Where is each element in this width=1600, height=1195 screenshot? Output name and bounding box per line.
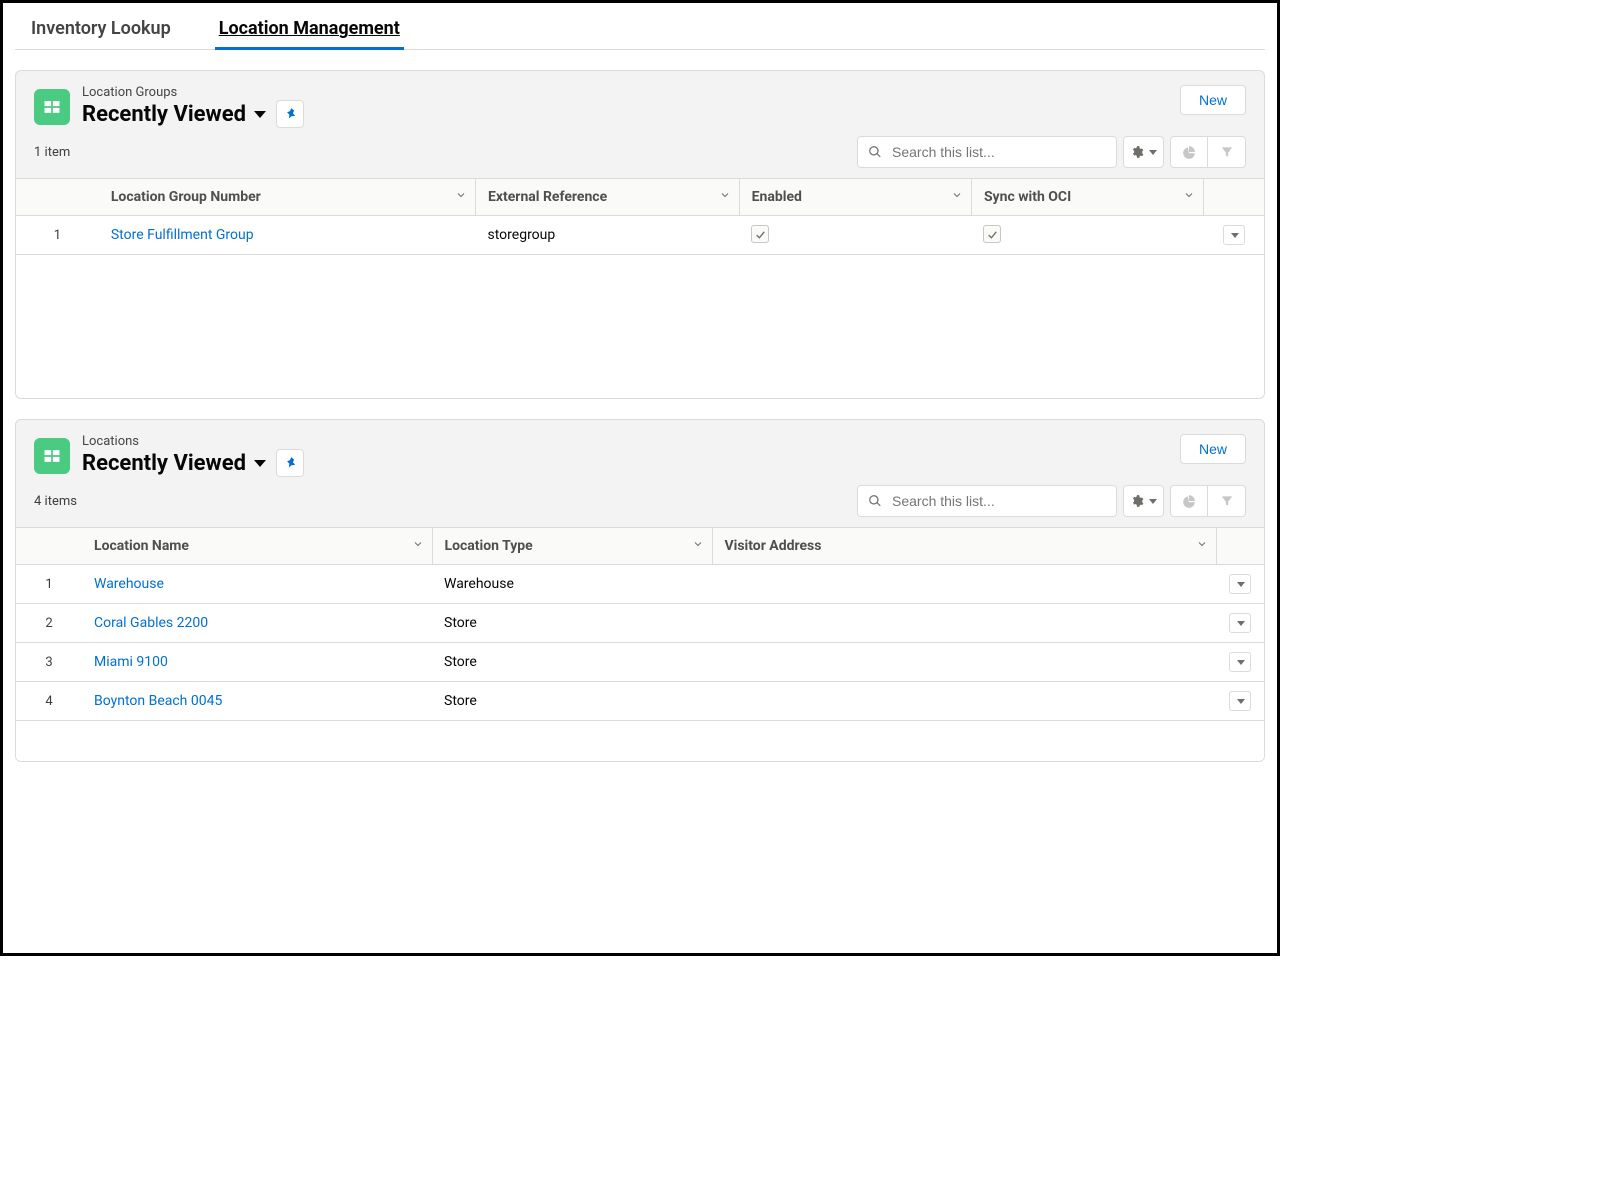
list-view-name[interactable]: Recently Viewed (82, 102, 246, 127)
visitor-address-cell (712, 565, 1216, 604)
location-group-icon (34, 89, 70, 125)
search-icon (868, 494, 882, 508)
filter-button[interactable] (1208, 485, 1246, 517)
object-label: Locations (82, 434, 304, 449)
col-actions (1216, 528, 1264, 565)
list-settings-button[interactable] (1123, 136, 1164, 168)
row-number: 2 (16, 604, 82, 643)
pie-chart-icon (1182, 145, 1196, 159)
app-frame: Inventory Lookup Location Management Loc… (0, 0, 1280, 956)
item-count: 1 item (34, 145, 70, 160)
chart-button[interactable] (1170, 136, 1208, 168)
chevron-down-icon (1149, 150, 1157, 155)
location-link[interactable]: Warehouse (94, 576, 164, 592)
row-number: 1 (16, 216, 99, 255)
visitor-address-cell (712, 604, 1216, 643)
chevron-down-icon[interactable] (254, 460, 266, 467)
location-type-cell: Store (432, 643, 712, 682)
pin-list-button[interactable] (276, 100, 304, 128)
row-number: 4 (16, 682, 82, 721)
col-rownum (16, 179, 99, 216)
object-label: Location Groups (82, 85, 304, 100)
locations-table: Location Name Location Type Visitor Addr… (16, 527, 1264, 761)
table-row: 2 Coral Gables 2200 Store (16, 604, 1264, 643)
col-rownum (16, 528, 82, 565)
col-external-reference[interactable]: External Reference (476, 179, 740, 216)
col-location-group-number[interactable]: Location Group Number (99, 179, 476, 216)
col-visitor-address[interactable]: Visitor Address (712, 528, 1216, 565)
visitor-address-cell (712, 682, 1216, 721)
pie-chart-icon (1182, 494, 1196, 508)
col-actions (1204, 179, 1264, 216)
location-link[interactable]: Boynton Beach 0045 (94, 693, 222, 709)
row-actions-button[interactable] (1229, 691, 1251, 711)
panel-location-groups: Location Groups Recently Viewed New 1 it… (15, 70, 1265, 399)
filter-button[interactable] (1208, 136, 1246, 168)
row-number: 1 (16, 565, 82, 604)
location-icon (34, 438, 70, 474)
new-button[interactable]: New (1180, 85, 1246, 115)
col-location-name[interactable]: Location Name (82, 528, 432, 565)
table-row: 1 Store Fulfillment Group storegroup (16, 216, 1264, 255)
row-actions-button[interactable] (1223, 225, 1245, 245)
table-row: 4 Boynton Beach 0045 Store (16, 682, 1264, 721)
search-input[interactable] (890, 492, 1106, 510)
pin-list-button[interactable] (276, 449, 304, 477)
location-link[interactable]: Miami 9100 (94, 654, 168, 670)
panel-locations: Locations Recently Viewed New 4 items (15, 419, 1265, 762)
search-input-wrap[interactable] (857, 136, 1117, 168)
col-enabled[interactable]: Enabled (739, 179, 971, 216)
tab-location-management[interactable]: Location Management (215, 7, 404, 49)
row-actions-button[interactable] (1229, 574, 1251, 594)
search-input[interactable] (890, 143, 1106, 161)
visitor-address-cell (712, 643, 1216, 682)
location-type-cell: Warehouse (432, 565, 712, 604)
location-type-cell: Store (432, 682, 712, 721)
filter-icon (1220, 494, 1234, 508)
sync-oci-checkbox (983, 225, 1001, 243)
search-input-wrap[interactable] (857, 485, 1117, 517)
table-row: 1 Warehouse Warehouse (16, 565, 1264, 604)
location-link[interactable]: Coral Gables 2200 (94, 615, 208, 631)
location-groups-table: Location Group Number External Reference… (16, 178, 1264, 385)
col-location-type[interactable]: Location Type (432, 528, 712, 565)
item-count: 4 items (34, 494, 77, 509)
row-actions-button[interactable] (1229, 652, 1251, 672)
list-view-name[interactable]: Recently Viewed (82, 451, 246, 476)
filter-icon (1220, 145, 1234, 159)
list-settings-button[interactable] (1123, 485, 1164, 517)
new-button[interactable]: New (1180, 434, 1246, 464)
row-actions-button[interactable] (1229, 613, 1251, 633)
tab-inventory-lookup[interactable]: Inventory Lookup (27, 7, 175, 49)
col-sync-oci[interactable]: Sync with OCI (971, 179, 1203, 216)
location-group-link[interactable]: Store Fulfillment Group (111, 227, 254, 243)
chevron-down-icon[interactable] (254, 111, 266, 118)
tab-bar: Inventory Lookup Location Management (15, 7, 1265, 50)
table-row: 3 Miami 9100 Store (16, 643, 1264, 682)
chart-button[interactable] (1170, 485, 1208, 517)
gear-icon (1130, 145, 1144, 159)
location-type-cell: Store (432, 604, 712, 643)
chevron-down-icon (1149, 499, 1157, 504)
search-icon (868, 145, 882, 159)
row-number: 3 (16, 643, 82, 682)
gear-icon (1130, 494, 1144, 508)
external-reference-cell: storegroup (476, 216, 740, 255)
enabled-checkbox (751, 225, 769, 243)
